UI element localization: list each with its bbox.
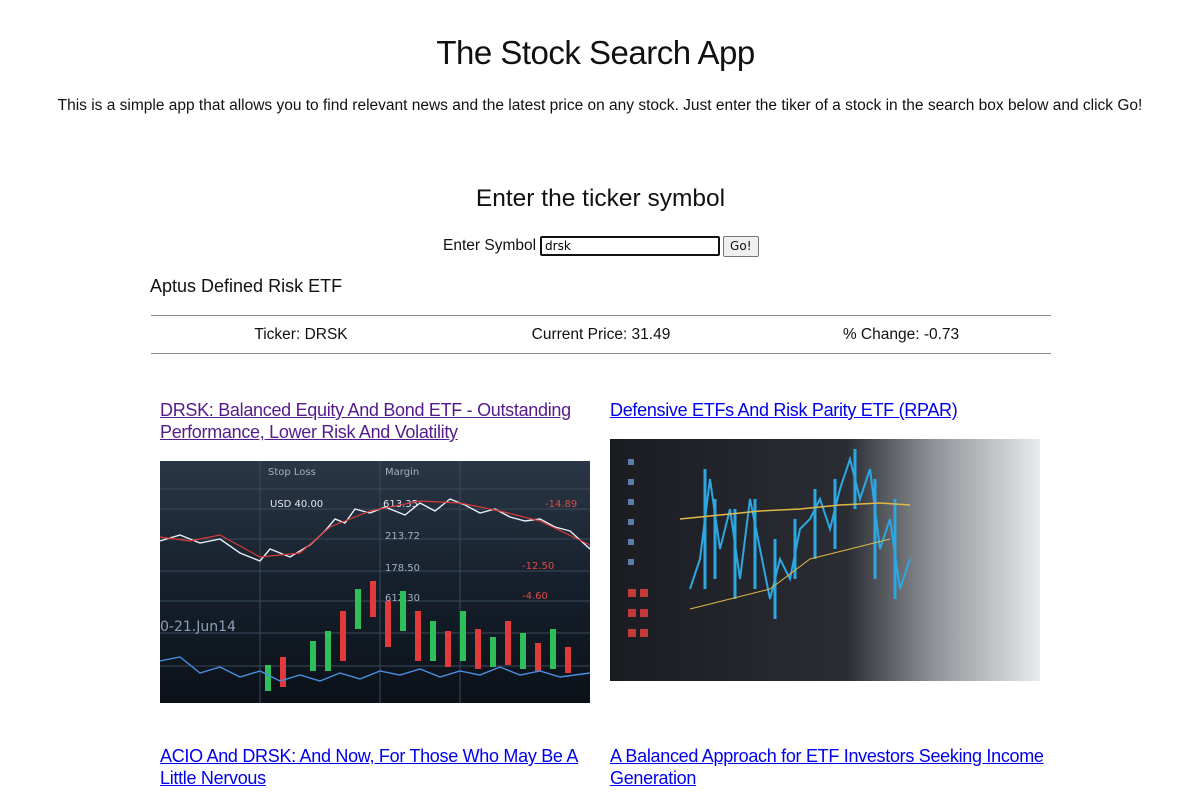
ticker-text: Ticker: DRSK: [254, 325, 348, 343]
image-label: -12.50: [522, 561, 554, 572]
image-label: Margin: [385, 467, 419, 478]
image-label: 0-21.Jun14: [160, 619, 236, 635]
page: The Stock Search App This is a simple ap…: [0, 0, 1191, 807]
news-link[interactable]: ACIO And DRSK: And Now, For Those Who Ma…: [160, 745, 600, 789]
search-heading: Enter the ticker symbol: [475, 185, 726, 212]
news-link[interactable]: Defensive ETFs And Risk Parity ETF (RPAR…: [610, 399, 1050, 421]
quote-bar: Ticker: DRSK Current Price: 31.49 % Chan…: [151, 315, 1051, 354]
image-label: 213.72: [385, 531, 420, 542]
symbol-input[interactable]: [540, 236, 721, 256]
image-label: -4.60: [522, 591, 548, 602]
news-link[interactable]: A Balanced Approach for ETF Investors Se…: [610, 745, 1050, 789]
image-label: Stop Loss: [268, 467, 316, 478]
app-description: This is a simple app that allows you to …: [57, 97, 1143, 114]
image-label: USD 40.00: [270, 499, 323, 510]
image-label: 178.50: [385, 563, 420, 574]
candlestick-trading-screen-image[interactable]: Stop Loss Margin USD 40.00 613.35 213.72…: [160, 461, 590, 703]
company-name: Aptus Defined Risk ETF: [150, 276, 343, 296]
search-form: Enter Symbol Go!: [443, 234, 759, 258]
go-button[interactable]: Go!: [723, 235, 759, 257]
app-title: The Stock Search App: [436, 34, 755, 71]
symbol-label: Enter Symbol: [443, 237, 537, 254]
percent-change-text: % Change: -0.73: [842, 325, 960, 343]
news-link[interactable]: DRSK: Balanced Equity And Bond ETF - Out…: [160, 399, 600, 443]
news-card: A Balanced Approach for ETF Investors Se…: [610, 745, 1050, 789]
current-price-text: Current Price: 31.49: [531, 325, 671, 343]
image-label: -14.89: [545, 499, 577, 510]
news-card: DRSK: Balanced Equity And Bond ETF - Out…: [160, 399, 600, 703]
stock-chart-monitor-image[interactable]: [610, 439, 1040, 681]
news-card: Defensive ETFs And Risk Parity ETF (RPAR…: [610, 399, 1050, 681]
news-card: ACIO And DRSK: And Now, For Those Who Ma…: [160, 745, 600, 789]
